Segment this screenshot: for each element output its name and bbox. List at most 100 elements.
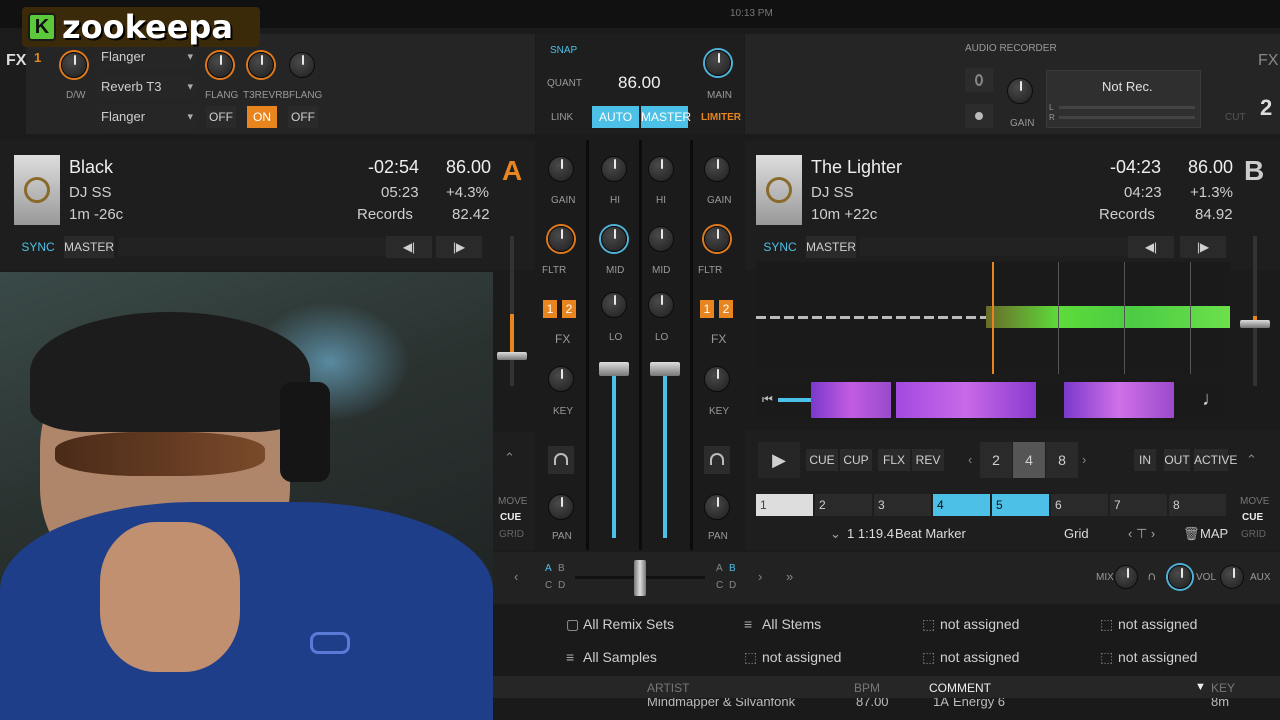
broadcast-icon[interactable] [965,68,993,92]
main-knob[interactable] [705,50,731,76]
hotcue-4[interactable]: 4 [933,494,990,516]
cue-type-dropdown-icon[interactable]: ⌄ [830,526,841,542]
deck-b-waveform[interactable] [756,262,1230,374]
hotcue-2[interactable]: 2 [815,494,872,516]
loop-size-2[interactable]: 2 [980,442,1012,478]
ch-b-fx2[interactable]: 2 [719,300,733,318]
ch-a-fader-cap[interactable] [599,362,629,376]
deck-b-beatjump-fwd[interactable]: |▶ [1180,236,1226,258]
deck-b-master[interactable]: MASTER [806,236,856,258]
dw-knob[interactable] [61,52,87,78]
xfader-left-icon[interactable]: ‹ [514,569,518,584]
cup-button[interactable]: CUP [840,449,872,471]
xfader-assign-c-right[interactable]: C [716,580,723,591]
master-bpm[interactable]: 86.00 [618,73,661,93]
table-row[interactable]: Mindmapper & Silvanfonk 87.00 1A Energy … [493,698,1280,720]
cue-button[interactable]: CUE [806,449,838,471]
hotcue-8[interactable]: 8 [1169,494,1226,516]
fx-toggle-2[interactable]: ON [247,106,277,128]
ch-b-filter-label[interactable]: FLTR [698,265,722,276]
deck-a-cue-mode[interactable]: CUE [500,512,521,523]
deck-b-sync[interactable]: SYNC [756,236,804,258]
ch-b-filter-knob[interactable] [704,226,730,252]
quant-toggle[interactable]: QUANT [547,78,582,89]
recorder-gain-knob[interactable] [1007,78,1033,104]
xfader-assign-d-left[interactable]: D [558,580,565,591]
flx-button[interactable]: FLX [878,449,910,471]
cue-mix-knob[interactable] [1114,565,1138,589]
ch-a-lo-knob[interactable] [601,292,627,318]
ch-a-fx1[interactable]: 1 [543,300,557,318]
ch-b-lo-knob[interactable] [648,292,674,318]
xfader-assign-a-left[interactable]: A [545,563,552,574]
ch-a-key-knob[interactable] [548,366,574,392]
cue-prev-icon[interactable]: ‹ ⊤ › [1128,526,1155,542]
ch-a-filter-label[interactable]: FLTR [542,265,566,276]
loop-prev-icon[interactable]: ‹ [968,452,972,467]
record-button[interactable] [965,104,993,128]
fx-knob-3[interactable] [289,52,315,78]
xfader-assign-a-right[interactable]: A [716,563,723,574]
ch-a-gain-knob[interactable] [548,156,574,182]
deck-a-beatjump-back[interactable]: ◀| [386,236,432,258]
col-comment[interactable]: COMMENT [929,681,991,695]
ch-b-hi-knob[interactable] [648,156,674,182]
delete-icon[interactable]: 🗑 [1183,526,1200,542]
map-button[interactable]: MAP [1200,526,1228,541]
xfader-assign-b-right[interactable]: B [729,563,736,574]
fav-slot-7[interactable]: not assigned [940,649,1019,665]
fav-stems[interactable]: All Stems [762,616,821,632]
deck-a-collapse-icon[interactable]: ⌃ [504,450,515,466]
deck-b-grid-mode[interactable]: GRID [1241,529,1266,540]
sort-icon[interactable]: ▼ [1195,681,1206,693]
deck-b-collapse-icon[interactable]: ⌃ [1246,452,1257,468]
xfader-right-icon[interactable]: › [758,569,762,584]
fx-slot-3[interactable]: Flanger [97,105,197,129]
loop-out-button[interactable]: OUT [1164,449,1190,471]
ch-b-gain-knob[interactable] [704,156,730,182]
ch-a-headphone-icon[interactable] [548,446,574,474]
loop-size-8[interactable]: 8 [1046,442,1078,478]
col-bpm[interactable]: BPM [854,681,880,695]
link-toggle[interactable]: LINK [551,112,573,123]
deck-a-tempo-fader[interactable] [497,236,527,386]
ch-a-volume-fader[interactable] [612,370,616,538]
fx-knob-1[interactable] [207,52,233,78]
deck-b-move[interactable]: MOVE [1240,496,1269,507]
deck-b-tempo-fader[interactable] [1240,236,1270,386]
deck-a-overview[interactable] [118,238,386,256]
ch-a-mid-knob[interactable] [601,226,627,252]
fx-slot-1[interactable]: Flanger [97,45,197,69]
hotcue-1[interactable]: 1 [756,494,813,516]
beatmarker-label[interactable]: Beat Marker [895,526,966,541]
hotcue-6[interactable]: 6 [1051,494,1108,516]
hotcue-5[interactable]: 5 [992,494,1049,516]
ch-b-mid-knob[interactable] [648,226,674,252]
ch-b-fx1[interactable]: 1 [700,300,714,318]
fx-toggle-1[interactable]: OFF [206,106,236,128]
loop-next-icon[interactable]: › [1082,452,1086,467]
hotcue-3[interactable]: 3 [874,494,931,516]
ch-b-key-knob[interactable] [704,366,730,392]
deck-b-cue-mode[interactable]: CUE [1242,512,1263,523]
hotcue-7[interactable]: 7 [1110,494,1167,516]
fav-slot-6[interactable]: not assigned [762,649,841,665]
fav-remix-sets[interactable]: All Remix Sets [583,616,674,632]
fx-toggle-3[interactable]: OFF [288,106,318,128]
deck-b-stripe[interactable]: ⏮ ♩ [756,378,1230,422]
col-key[interactable]: KEY [1211,681,1235,695]
ch-a-hi-knob[interactable] [601,156,627,182]
xfader-assign-b-left[interactable]: B [558,563,565,574]
fx-knob-2[interactable] [248,52,274,78]
loop-active-button[interactable]: ACTIVE [1194,449,1237,471]
ch-b-fader-cap[interactable] [650,362,680,376]
ch-b-pan-knob[interactable] [704,494,730,520]
ch-a-fx2[interactable]: 2 [562,300,576,318]
xfader-fast-icon[interactable]: » [786,569,793,584]
fav-slot-8[interactable]: not assigned [1118,649,1197,665]
ch-a-filter-knob[interactable] [548,226,574,252]
cue-vol-knob[interactable] [1168,565,1192,589]
loop-size-4[interactable]: 4 [1013,442,1045,478]
cut-button[interactable]: CUT [1225,112,1246,123]
deck-a-master[interactable]: MASTER [64,236,114,258]
